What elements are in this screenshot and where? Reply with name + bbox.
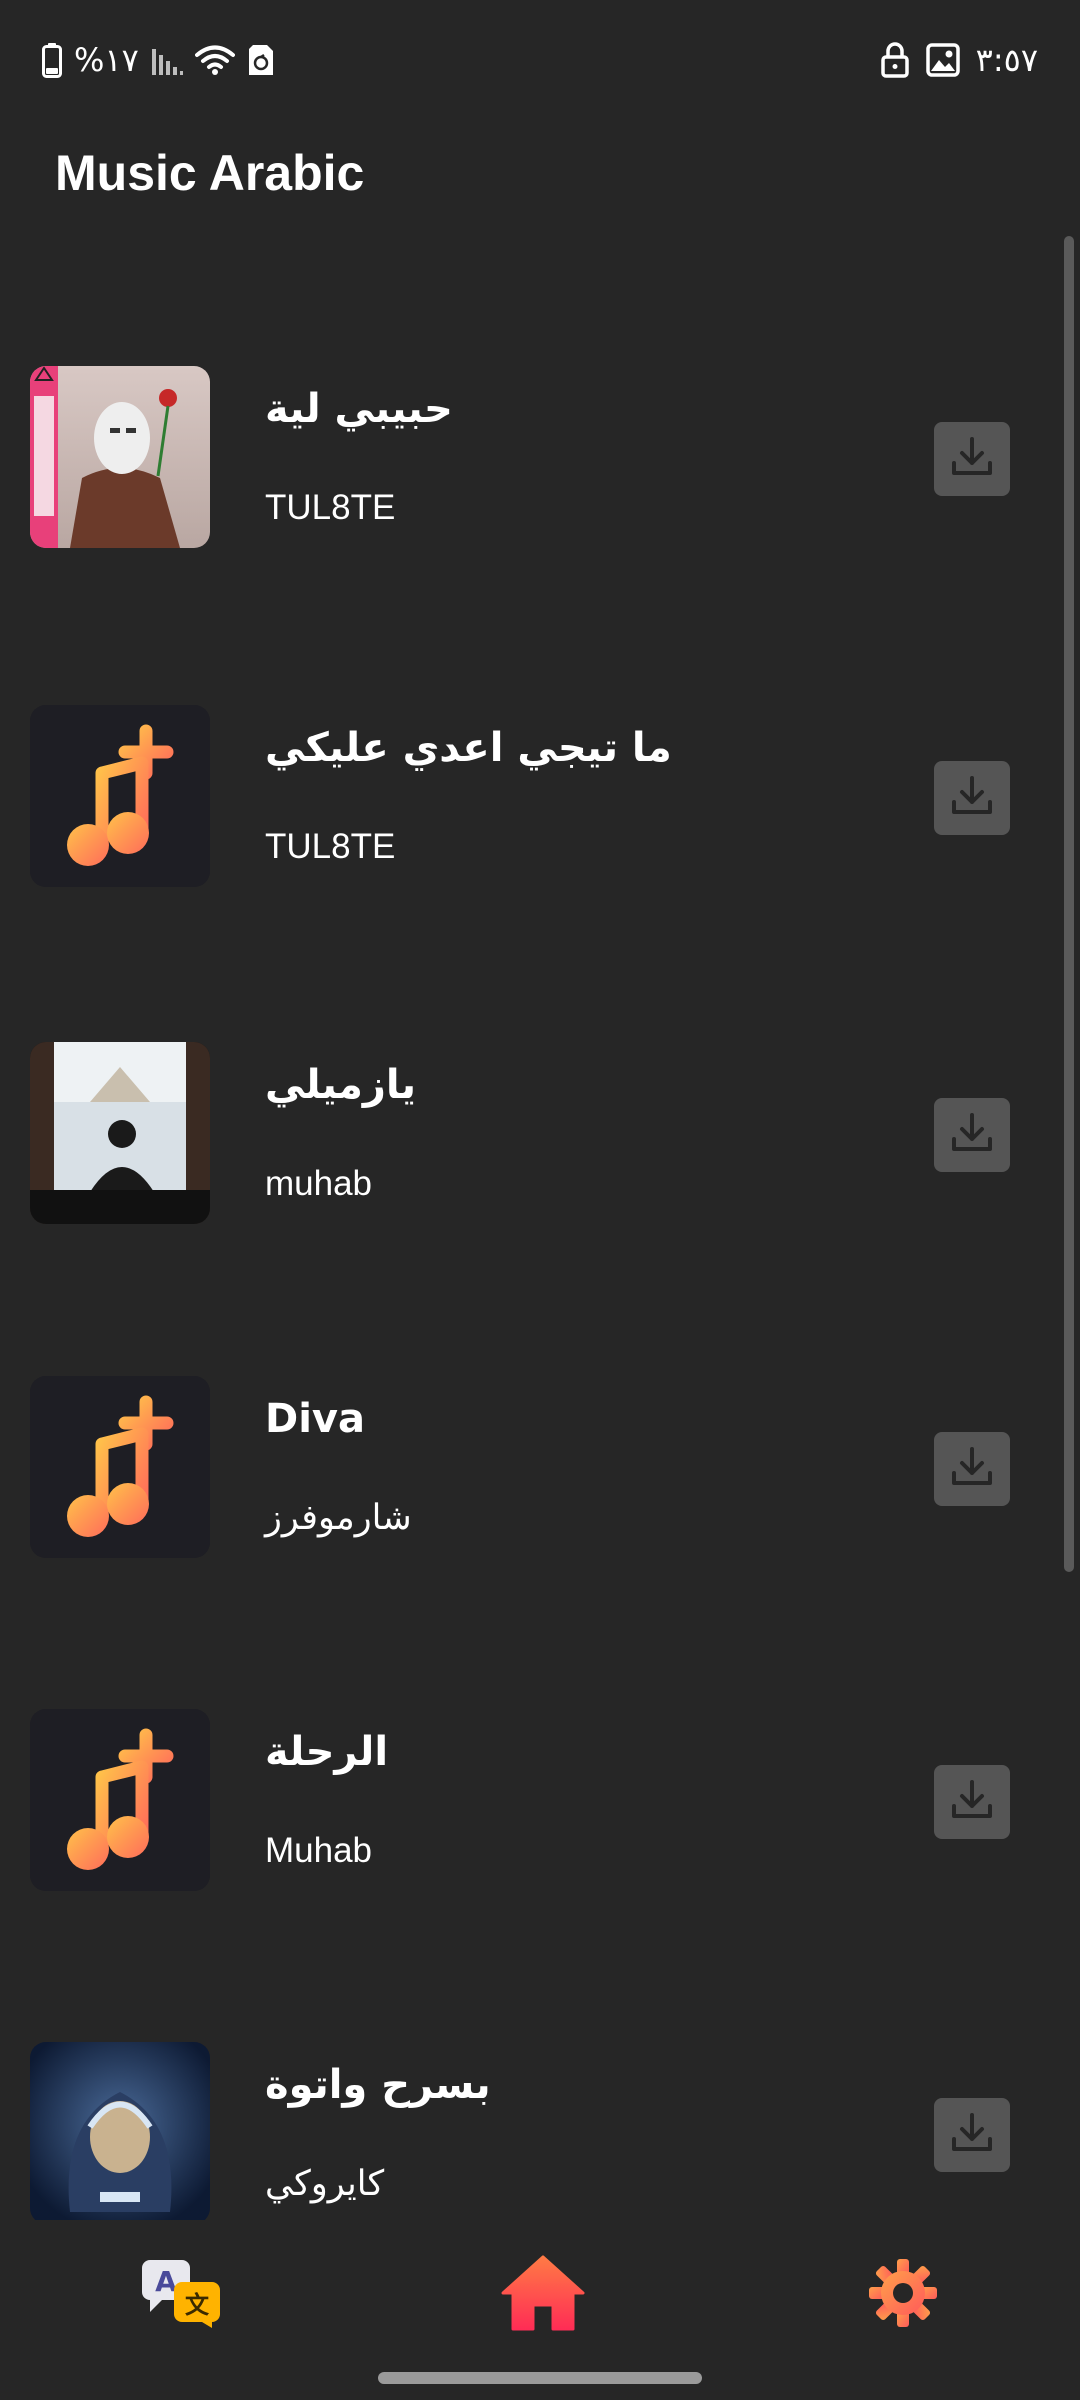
download-button[interactable] bbox=[934, 1432, 1010, 1506]
download-icon bbox=[949, 2110, 995, 2160]
download-button[interactable] bbox=[934, 1098, 1010, 1172]
song-title: حبيبي لية bbox=[265, 386, 453, 432]
sim-recycle-icon bbox=[247, 43, 275, 77]
download-icon bbox=[949, 773, 995, 823]
signal-icon bbox=[151, 45, 183, 75]
status-bar: %١٧ ٣:٥٧ bbox=[0, 0, 1080, 120]
album-art-placeholder bbox=[30, 1709, 210, 1891]
status-bar-left: %١٧ bbox=[42, 38, 275, 82]
download-button[interactable] bbox=[934, 1765, 1010, 1839]
translate-icon: A 文 bbox=[140, 2258, 224, 2332]
album-art bbox=[30, 2042, 210, 2220]
status-bar-right: ٣:٥٧ bbox=[880, 38, 1038, 82]
list-item[interactable]: بسرح واتوة كايروكي bbox=[0, 2042, 1060, 2220]
image-icon bbox=[925, 43, 960, 77]
settings-icon bbox=[867, 2257, 939, 2333]
download-icon bbox=[949, 1110, 995, 1160]
song-artist: Muhab bbox=[265, 1831, 373, 1870]
bottom-navigation: A 文 bbox=[0, 2220, 1080, 2360]
download-button[interactable] bbox=[934, 761, 1010, 835]
page-title: Music Arabic bbox=[55, 145, 365, 201]
download-icon bbox=[949, 1777, 995, 1827]
svg-text:A: A bbox=[155, 2265, 177, 2298]
nav-translate-button[interactable]: A 文 bbox=[127, 2250, 237, 2340]
list-item[interactable]: ما تيجي اعدي عليكي TUL8TE bbox=[0, 705, 1060, 895]
download-button[interactable] bbox=[934, 2098, 1010, 2172]
gesture-home-indicator[interactable] bbox=[378, 2372, 702, 2384]
nav-settings-button[interactable] bbox=[848, 2250, 958, 2340]
download-button[interactable] bbox=[934, 422, 1010, 496]
download-icon bbox=[949, 434, 995, 484]
song-list[interactable]: حبيبي لية TUL8TE ما تيجي اعدي عليكي TUL8… bbox=[0, 345, 1080, 2220]
list-item[interactable]: حبيبي لية TUL8TE bbox=[0, 366, 1060, 556]
scrollbar-thumb[interactable] bbox=[1064, 236, 1074, 1572]
svg-text:文: 文 bbox=[185, 2291, 210, 2319]
list-item[interactable]: الرحلة Muhab bbox=[0, 1709, 1060, 1899]
song-artist: كايروكي bbox=[265, 2164, 385, 2203]
music-note-plus-icon bbox=[30, 705, 210, 887]
song-title: الرحلة bbox=[265, 1729, 389, 1775]
album-art bbox=[30, 1042, 210, 1224]
nav-home-button[interactable] bbox=[488, 2250, 598, 2340]
album-art bbox=[30, 366, 210, 548]
song-title: يازميلي bbox=[265, 1062, 416, 1108]
scrollbar[interactable] bbox=[1064, 236, 1074, 2216]
song-artist: TUL8TE bbox=[265, 488, 396, 527]
battery-icon bbox=[42, 42, 62, 78]
song-artist: TUL8TE bbox=[265, 827, 396, 866]
song-title: بسرح واتوة bbox=[265, 2062, 491, 2108]
wifi-icon bbox=[194, 44, 235, 76]
album-art-placeholder bbox=[30, 705, 210, 887]
music-note-plus-icon bbox=[30, 1376, 210, 1558]
song-title: Diva bbox=[265, 1396, 365, 1442]
download-icon bbox=[949, 1444, 995, 1494]
status-time: ٣:٥٧ bbox=[975, 41, 1038, 79]
music-note-plus-icon bbox=[30, 1709, 210, 1891]
song-title: ما تيجي اعدي عليكي bbox=[265, 725, 672, 771]
list-item[interactable]: يازميلي muhab bbox=[0, 1042, 1060, 1232]
album-art-placeholder bbox=[30, 1376, 210, 1558]
lock-icon bbox=[880, 42, 910, 78]
song-artist: شارموفرز bbox=[265, 1498, 412, 1537]
song-artist: muhab bbox=[265, 1164, 373, 1203]
battery-percentage: %١٧ bbox=[74, 41, 139, 79]
home-icon bbox=[499, 2253, 587, 2337]
list-item[interactable]: Diva شارموفرز bbox=[0, 1376, 1060, 1566]
